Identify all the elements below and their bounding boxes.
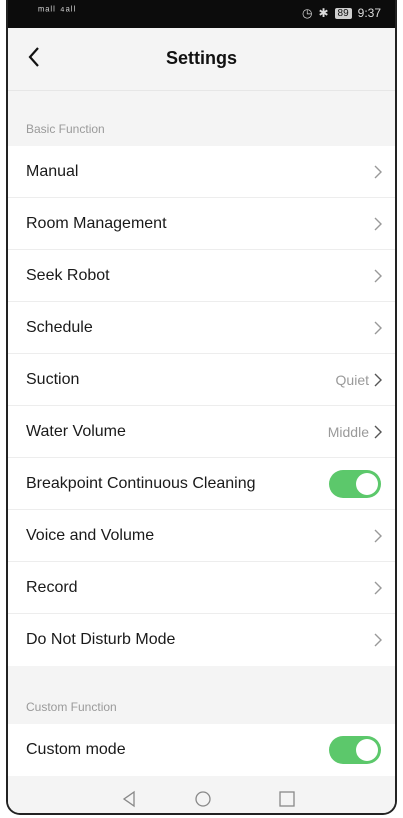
chevron-right-icon [374,269,382,282]
row-do-not-disturb-mode[interactable]: Do Not Disturb Mode [8,614,395,666]
row-seek-robot[interactable]: Seek Robot [8,250,395,302]
toggle-switch[interactable] [329,469,381,498]
status-bar: ᵐᵃˡˡ ⁴ᵃˡˡ ◷ ✱ 89 9:37 [8,0,395,28]
signal-indicator: ᵐᵃˡˡ ⁴ᵃˡˡ [38,5,77,17]
chevron-right-icon [374,529,382,542]
chevron-right-icon [374,425,382,438]
custom-function-list: Custom mode [8,724,395,776]
row-voice-and-volume[interactable]: Voice and Volume [8,510,395,562]
row-label: Custom mode [26,741,126,758]
page-title: Settings [165,48,237,68]
chevron-right-icon [374,165,382,178]
toggle-knob [356,739,378,761]
android-nav-bar [8,783,395,813]
row-label: Seek Robot [26,266,110,284]
phone-frame: ᵐᵃˡˡ ⁴ᵃˡˡ ◷ ✱ 89 9:37 Settings Basic Fun… [6,0,397,815]
status-right: ◷ ✱ 89 9:37 [302,6,381,20]
header: Settings [8,28,395,91]
toggle-knob [356,472,378,495]
nav-back-icon[interactable] [120,790,138,808]
row-value: Middle [327,423,369,440]
clock: 9:37 [357,6,381,20]
row-water-volume[interactable]: Water Volume Middle [8,406,395,458]
toggle-switch[interactable] [329,736,381,764]
row-record[interactable]: Record [8,562,395,614]
row-label: Do Not Disturb Mode [26,631,176,648]
nav-home-icon[interactable] [194,790,212,808]
row-label: Schedule [26,318,93,336]
bluetooth-icon: ✱ [318,6,329,20]
row-value: Quiet [335,371,369,388]
row-breakpoint-continuous-cleaning[interactable]: Breakpoint Continuous Cleaning [8,458,395,510]
row-manual[interactable]: Manual [8,146,395,198]
row-label: Record [26,578,78,596]
chevron-right-icon [374,217,382,230]
row-schedule[interactable]: Schedule [8,302,395,354]
chevron-right-icon [374,633,382,647]
row-label: Breakpoint Continuous Cleaning [26,474,256,492]
row-label: Water Volume [26,422,126,440]
alarm-icon: ◷ [301,6,313,20]
row-label: Manual [26,162,79,180]
chevron-right-icon [374,581,382,594]
row-room-management[interactable]: Room Management [8,198,395,250]
chevron-right-icon [374,373,382,386]
row-label: Suction [26,370,80,388]
row-label: Room Management [26,214,167,232]
section-label-custom: Custom Function [26,700,117,714]
basic-function-list: Manual Room Management Seek Robot Schedule S… [8,146,395,666]
battery-level: 89 [334,7,352,19]
row-custom-mode[interactable]: Custom mode [8,724,395,776]
row-label: Voice and Volume [26,526,155,544]
chevron-right-icon [374,321,382,334]
row-suction[interactable]: Suction Quiet [8,354,395,406]
nav-recents-icon[interactable] [278,790,296,808]
section-label-basic: Basic Function [26,122,105,136]
